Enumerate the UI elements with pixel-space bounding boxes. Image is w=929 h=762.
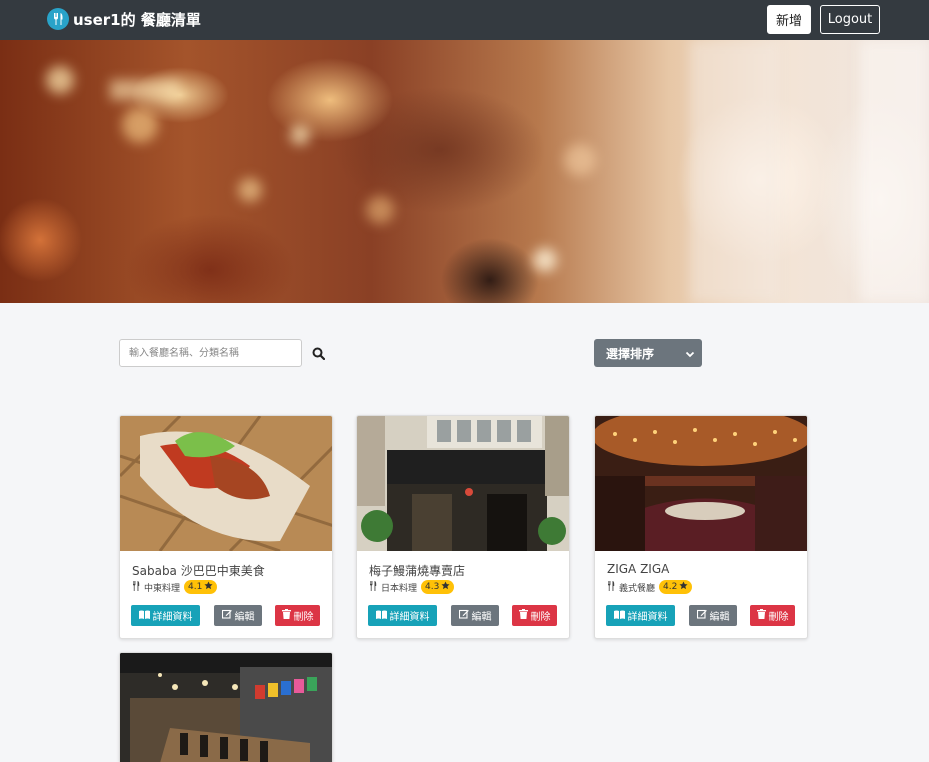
restaurant-category: 日本料理: [381, 583, 418, 594]
restaurant-photo: [357, 416, 569, 551]
edit-button[interactable]: 編輯: [214, 605, 262, 626]
utensils-icon: [47, 8, 69, 30]
delete-label: 刪除: [530, 612, 551, 623]
brand-title: user1的 餐廳清單: [73, 10, 201, 29]
restaurant-photo: [120, 653, 332, 762]
star-icon: [679, 581, 688, 593]
edit-button[interactable]: 編輯: [689, 605, 737, 626]
utensils-icon: [369, 580, 377, 594]
book-icon: [613, 610, 625, 622]
restaurant-photo: [120, 416, 332, 551]
detail-label: 詳細資料: [389, 612, 430, 623]
sort-select[interactable]: 選擇排序: [594, 339, 702, 367]
utensils-icon: [132, 580, 140, 594]
trash-icon: [518, 609, 528, 622]
edit-icon: [221, 609, 232, 622]
trash-icon: [756, 609, 766, 622]
restaurant-meta: 日本料理 4.3: [369, 580, 455, 594]
new-restaurant-button[interactable]: 新增: [767, 5, 811, 34]
rating-badge: 4.2: [659, 580, 693, 594]
restaurant-card[interactable]: Sababa 沙巴巴中東美食 中東料理 4.1 詳細資料 編輯 刪除: [119, 415, 333, 639]
delete-button[interactable]: 刪除: [750, 605, 795, 626]
restaurant-category: 中東料理: [144, 583, 181, 594]
navbar: user1的 餐廳清單 新增 Logout: [0, 0, 929, 40]
restaurant-meta: 中東料理 4.1: [132, 580, 218, 594]
rating-badge: 4.1: [184, 580, 218, 594]
rating-badge: 4.3: [421, 580, 455, 594]
restaurant-name: Sababa 沙巴巴中東美食: [132, 564, 265, 578]
edit-label: 編輯: [234, 612, 255, 623]
edit-icon: [458, 609, 469, 622]
banner-image: [0, 40, 929, 303]
delete-label: 刪除: [293, 612, 314, 623]
restaurant-meta: 義式餐廳 4.2: [607, 580, 693, 594]
restaurant-photo: [595, 416, 807, 551]
rating-value: 4.1: [188, 582, 203, 592]
detail-label: 詳細資料: [152, 612, 193, 623]
sort-select-value: 選擇排序: [606, 346, 655, 361]
detail-button[interactable]: 詳細資料: [606, 605, 675, 626]
restaurant-name: 梅子鰻蒲燒專賣店: [369, 564, 466, 578]
book-icon: [138, 610, 150, 622]
restaurant-name: ZIGA ZIGA: [607, 562, 670, 576]
edit-button[interactable]: 編輯: [451, 605, 499, 626]
restaurant-card[interactable]: [119, 652, 333, 762]
edit-label: 編輯: [709, 612, 730, 623]
delete-button[interactable]: 刪除: [275, 605, 320, 626]
detail-button[interactable]: 詳細資料: [368, 605, 437, 626]
book-icon: [375, 610, 387, 622]
rating-value: 4.2: [663, 582, 678, 592]
trash-icon: [281, 609, 291, 622]
search-input[interactable]: [119, 339, 302, 367]
star-icon: [441, 581, 450, 593]
detail-button[interactable]: 詳細資料: [131, 605, 200, 626]
edit-icon: [696, 609, 707, 622]
restaurant-category: 義式餐廳: [619, 583, 656, 594]
restaurant-card[interactable]: ZIGA ZIGA 義式餐廳 4.2 詳細資料 編輯 刪除: [594, 415, 808, 639]
brand[interactable]: user1的 餐廳清單: [47, 8, 201, 30]
detail-label: 詳細資料: [627, 612, 668, 623]
edit-label: 編輯: [471, 612, 492, 623]
delete-label: 刪除: [768, 612, 789, 623]
search-icon[interactable]: [308, 343, 328, 363]
star-icon: [204, 581, 213, 593]
logout-button[interactable]: Logout: [820, 5, 880, 34]
rating-value: 4.3: [425, 582, 440, 592]
delete-button[interactable]: 刪除: [512, 605, 557, 626]
restaurant-card[interactable]: 梅子鰻蒲燒專賣店 日本料理 4.3 詳細資料 編輯 刪除: [356, 415, 570, 639]
chevron-down-icon: [685, 348, 695, 362]
utensils-icon: [607, 580, 615, 594]
